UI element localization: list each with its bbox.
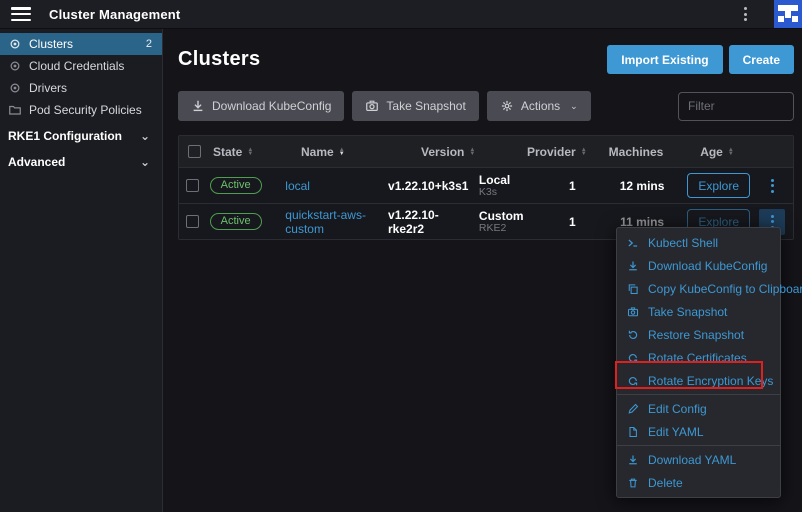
provider-distro: K3s bbox=[479, 186, 510, 198]
menu-divider bbox=[617, 394, 780, 395]
cluster-age: 12 mins bbox=[620, 179, 665, 193]
sidebar-item-cloud-credentials[interactable]: Cloud Credentials bbox=[0, 55, 162, 77]
sort-icon: ▲▼ bbox=[339, 148, 345, 156]
rotate-icon bbox=[627, 375, 639, 387]
sidebar-item-label: Drivers bbox=[29, 81, 67, 95]
row-checkbox[interactable] bbox=[186, 215, 199, 228]
header-machines: Machines bbox=[609, 145, 664, 159]
sidebar-group-label: RKE1 Configuration bbox=[8, 129, 122, 143]
menu-item-rotate-certificates[interactable]: Rotate Certificates bbox=[617, 346, 780, 369]
download-icon bbox=[191, 99, 205, 113]
sidebar-group-label: Advanced bbox=[8, 155, 65, 169]
user-avatar[interactable] bbox=[774, 0, 802, 28]
pencil-icon bbox=[627, 403, 639, 415]
trash-icon bbox=[627, 477, 639, 489]
clusters-table: State ▲▼ Name ▲▼ Version ▲▼ Provider ▲▼ Mach… bbox=[178, 135, 794, 240]
cluster-name-link[interactable]: local bbox=[285, 179, 310, 193]
sort-icon: ▲▼ bbox=[247, 148, 253, 156]
rotate-icon bbox=[627, 352, 639, 364]
menu-divider bbox=[617, 445, 780, 446]
actions-dropdown-button[interactable]: Actions ⌄ bbox=[487, 91, 591, 121]
table-row-local: Active local v1.22.10+k3s1 Local K3s 1 1… bbox=[179, 167, 793, 203]
header-name[interactable]: Name bbox=[301, 145, 334, 159]
sidebar-group-rke1-configuration[interactable]: RKE1 Configuration ⌄ bbox=[0, 124, 162, 147]
sort-icon: ▲▼ bbox=[581, 148, 587, 156]
gear-icon bbox=[500, 99, 514, 113]
restore-icon bbox=[627, 329, 639, 341]
sidebar-item-label: Clusters bbox=[29, 37, 73, 51]
clusters-count-badge: 2 bbox=[146, 38, 152, 50]
sidebar-item-drivers[interactable]: Drivers bbox=[0, 77, 162, 99]
cloud-credentials-icon bbox=[8, 59, 22, 73]
copy-icon bbox=[627, 283, 639, 295]
row-kebab-menu[interactable] bbox=[759, 173, 785, 199]
cluster-version: v1.22.10+k3s1 bbox=[388, 179, 468, 193]
header-version[interactable]: Version bbox=[421, 145, 464, 159]
cluster-actions-context-menu: Kubectl Shell Download KubeConfig Copy K… bbox=[616, 227, 781, 498]
menu-item-copy-kubeconfig[interactable]: Copy KubeConfig to Clipboard bbox=[617, 277, 780, 300]
download-icon bbox=[627, 454, 639, 466]
kubectl-shell-icon bbox=[627, 237, 639, 249]
provider-name: Local bbox=[479, 174, 510, 186]
status-badge: Active bbox=[210, 177, 262, 194]
topbar-kebab-menu[interactable] bbox=[734, 3, 756, 25]
menu-item-restore-snapshot[interactable]: Restore Snapshot bbox=[617, 323, 780, 346]
folder-icon bbox=[8, 103, 22, 117]
sidebar-item-label: Cloud Credentials bbox=[29, 59, 124, 73]
chevron-down-icon: ⌄ bbox=[140, 155, 150, 169]
menu-item-edit-yaml[interactable]: Edit YAML bbox=[617, 420, 780, 443]
menu-item-rotate-encryption-keys[interactable]: Rotate Encryption Keys bbox=[617, 369, 780, 392]
create-button[interactable]: Create bbox=[729, 45, 794, 74]
page-title: Clusters bbox=[178, 48, 260, 71]
sidebar-item-label: Pod Security Policies bbox=[29, 103, 142, 117]
machines-count: 1 bbox=[569, 179, 576, 193]
menu-item-edit-config[interactable]: Edit Config bbox=[617, 397, 780, 420]
menu-item-kubectl-shell[interactable]: Kubectl Shell bbox=[617, 231, 780, 254]
header-age[interactable]: Age bbox=[700, 145, 723, 159]
sidebar-item-clusters[interactable]: Clusters 2 bbox=[0, 33, 162, 55]
provider-name: Custom bbox=[479, 210, 524, 222]
sort-icon: ▲▼ bbox=[728, 148, 734, 156]
sidebar-item-pod-security-policies[interactable]: Pod Security Policies bbox=[0, 99, 162, 121]
header-state[interactable]: State bbox=[213, 145, 242, 159]
row-checkbox[interactable] bbox=[186, 179, 199, 192]
menu-item-take-snapshot[interactable]: Take Snapshot bbox=[617, 300, 780, 323]
sidebar-group-advanced[interactable]: Advanced ⌄ bbox=[0, 150, 162, 173]
download-icon bbox=[627, 260, 639, 272]
status-badge: Active bbox=[210, 213, 262, 230]
menu-item-download-yaml[interactable]: Download YAML bbox=[617, 448, 780, 471]
menu-item-delete[interactable]: Delete bbox=[617, 471, 780, 494]
take-snapshot-button[interactable]: Take Snapshot bbox=[352, 91, 478, 121]
import-existing-button[interactable]: Import Existing bbox=[607, 45, 722, 74]
clusters-icon bbox=[8, 37, 22, 51]
hamburger-menu-icon[interactable] bbox=[11, 7, 31, 21]
chevron-down-icon: ⌄ bbox=[140, 129, 150, 143]
drivers-icon bbox=[8, 81, 22, 95]
sort-icon: ▲▼ bbox=[469, 148, 475, 156]
menu-item-download-kubeconfig[interactable]: Download KubeConfig bbox=[617, 254, 780, 277]
file-icon bbox=[627, 426, 639, 438]
camera-icon bbox=[627, 306, 639, 318]
chevron-down-icon: ⌄ bbox=[570, 101, 578, 112]
table-header-row: State ▲▼ Name ▲▼ Version ▲▼ Provider ▲▼ Mach… bbox=[179, 136, 793, 167]
provider-distro: RKE2 bbox=[479, 222, 524, 234]
machines-count: 1 bbox=[569, 215, 576, 229]
cluster-version: v1.22.10-rke2r2 bbox=[388, 208, 471, 236]
top-bar: Cluster Management bbox=[0, 0, 802, 29]
sidebar: Clusters 2 Cloud Credentials Drivers Pod… bbox=[0, 29, 163, 512]
explore-button[interactable]: Explore bbox=[687, 173, 750, 198]
select-all-checkbox[interactable] bbox=[188, 145, 201, 158]
camera-icon bbox=[365, 99, 379, 113]
filter-input[interactable] bbox=[678, 92, 794, 121]
download-kubeconfig-button[interactable]: Download KubeConfig bbox=[178, 91, 344, 121]
header-provider[interactable]: Provider bbox=[527, 145, 576, 159]
app-title: Cluster Management bbox=[49, 7, 180, 22]
cluster-name-link[interactable]: quickstart-aws-custom bbox=[285, 208, 380, 236]
